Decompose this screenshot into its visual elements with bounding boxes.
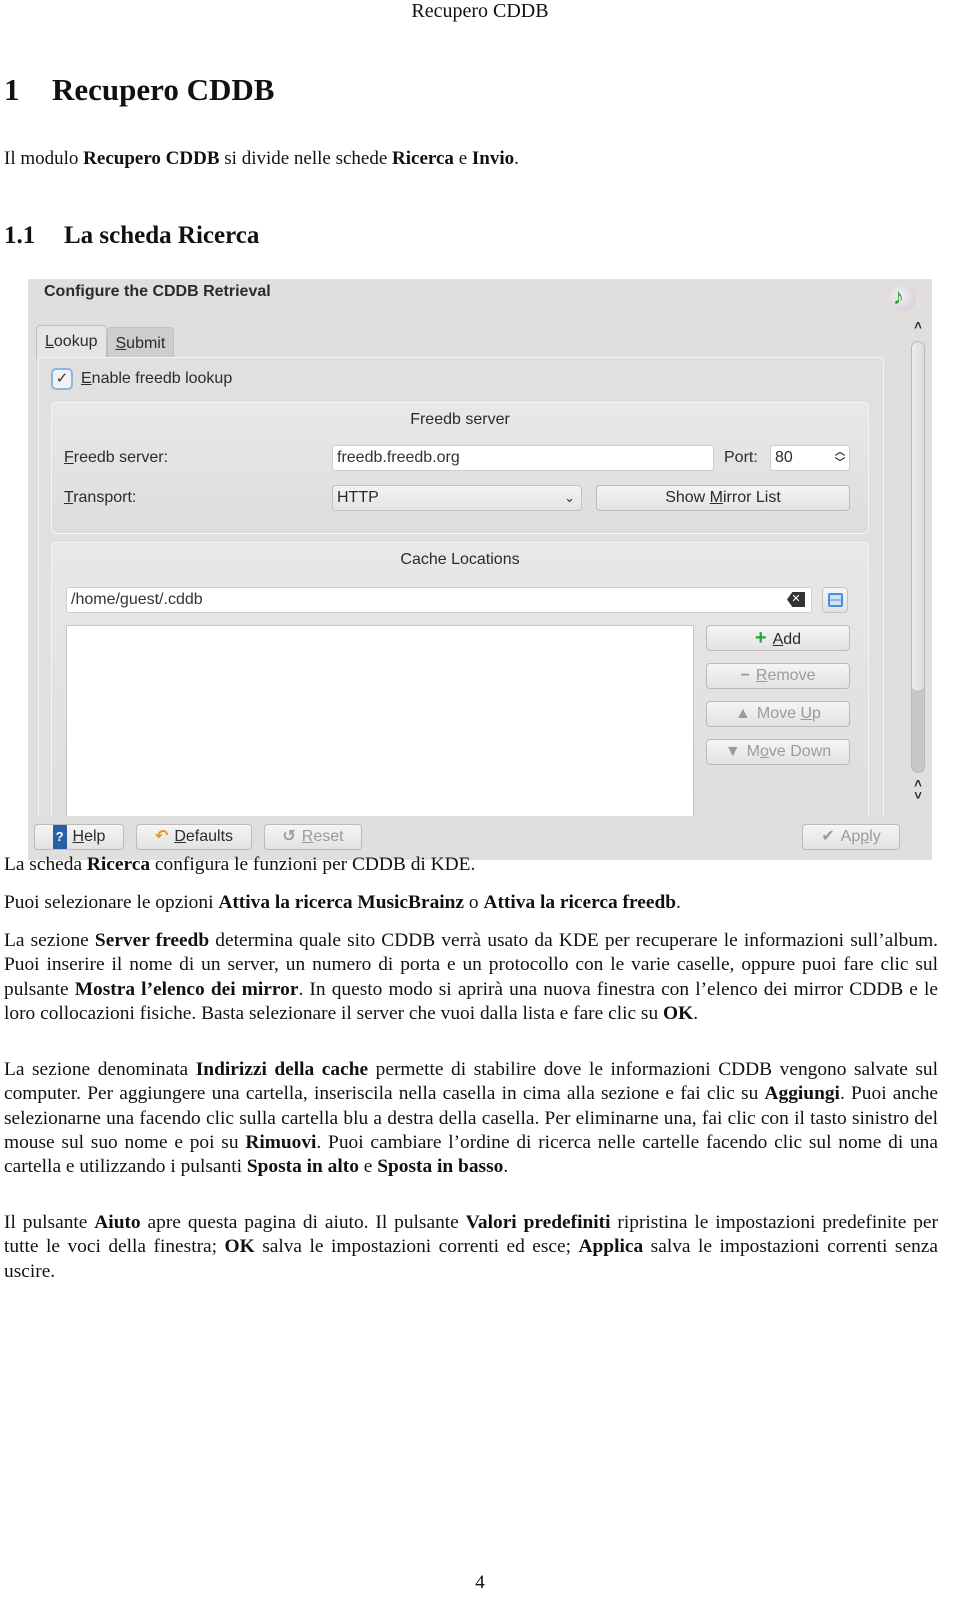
paragraph-options: Puoi selezionare le opzioni Attiva la ri…	[4, 892, 681, 913]
bold-term: Applica	[578, 1236, 644, 1258]
bold-term: Rimuovi	[245, 1131, 317, 1153]
section-number: 1	[4, 72, 20, 107]
bold-term: Ricerca	[86, 854, 151, 875]
scrollbar-track[interactable]	[911, 341, 925, 773]
plus-icon: +	[754, 627, 767, 649]
cache-path-input[interactable]: /home/guest/.cddb ✕	[66, 587, 812, 613]
folder-icon	[828, 593, 843, 607]
page-number: 4	[475, 1572, 485, 1593]
accel-key: S	[115, 335, 127, 352]
bold-term: Recupero CDDB	[83, 148, 220, 169]
chevron-down-icon: ⌄	[564, 490, 575, 505]
tab-label: ubmit	[126, 335, 166, 352]
tab-bar: Lookup Submit	[36, 325, 175, 359]
tab-lookup[interactable]: Lookup	[36, 325, 107, 359]
defaults-button[interactable]: ↶ Defaults	[136, 824, 252, 850]
bold-term: Attiva la ricerca MusicBrainz	[218, 892, 465, 913]
section-heading: 1 Recupero CDDB	[4, 72, 274, 108]
paragraph-cache-locations: La sezione denominata Indirizzi della ca…	[4, 1059, 938, 1178]
text: si divide nelle schede	[219, 148, 393, 169]
lookup-tab-panel: ✓ Enable freedb lookup Freedb server Fre…	[38, 357, 884, 835]
text: .	[514, 148, 519, 169]
freedb-server-group: Freedb server Freedb server: freedb.free…	[51, 402, 869, 534]
scroll-down-icon[interactable]: ˅	[908, 789, 928, 803]
help-button[interactable]: ? Help	[34, 824, 124, 850]
bold-term: Ricerca	[392, 148, 454, 169]
remove-button[interactable]: − Remove	[706, 663, 850, 689]
port-label: Port:	[724, 449, 758, 466]
music-note-cd-icon: ♪	[890, 284, 916, 311]
transport-label: Transport:	[64, 489, 137, 506]
show-mirror-list-button[interactable]: Show Mirror List	[596, 485, 850, 511]
apply-button[interactable]: ✔ Apply	[802, 824, 900, 850]
port-spinbox[interactable]: 80 ︿ ﹀	[770, 445, 850, 471]
bold-term: Indirizzi della cache	[195, 1059, 369, 1080]
triangle-up-icon: ▲	[735, 705, 751, 722]
dialog-title: Configure the CDDB Retrieval	[44, 283, 271, 300]
help-book-icon: ?	[52, 825, 67, 849]
bold-term: Sposta in alto	[246, 1156, 359, 1178]
bold-term: Sposta in basso	[377, 1156, 504, 1178]
bold-term: Server freedb	[94, 930, 210, 951]
section-title: Recupero CDDB	[52, 72, 275, 107]
group-title: Cache Locations	[400, 551, 520, 568]
scrollbar-thumb[interactable]	[912, 342, 924, 692]
defaults-icon: ↶	[154, 828, 169, 845]
bold-term: Attiva la ricerca freedb	[483, 892, 677, 913]
freedb-server-label: Freedb server:	[64, 449, 169, 466]
bold-term: Aggiungi	[764, 1083, 840, 1105]
intro-paragraph: Il modulo Recupero CDDB si divide nelle …	[4, 148, 519, 170]
cache-path-value: /home/guest/.cddb	[71, 591, 203, 608]
clear-text-icon[interactable]: ✕	[787, 592, 805, 607]
subsection-number: 1.1	[4, 222, 36, 249]
minus-icon: −	[740, 667, 750, 684]
bold-term: Aiuto	[94, 1212, 141, 1233]
text: e	[453, 148, 472, 169]
checkbox-label: Enable freedb lookup	[81, 370, 233, 387]
transport-value: HTTP	[337, 489, 379, 506]
reset-icon: ↺	[282, 828, 296, 845]
checkmark-icon[interactable]: ✓	[51, 368, 73, 390]
add-button[interactable]: + Add	[706, 625, 850, 651]
scroll-up-icon[interactable]: ˄	[908, 319, 928, 333]
browse-folder-button[interactable]	[822, 587, 848, 613]
move-down-button[interactable]: ▼ Move Down	[706, 739, 850, 765]
bold-term: Mostra l’elenco dei mirror	[74, 978, 299, 1000]
checkmark-icon: ✔	[821, 828, 835, 845]
spin-arrows-icon[interactable]: ︿ ﹀	[835, 447, 845, 469]
transport-combobox[interactable]: HTTP ⌄	[332, 485, 582, 511]
cddb-config-dialog: Configure the CDDB Retrieval ♪ Lookup Su…	[28, 279, 932, 860]
tab-label: ookup	[53, 333, 98, 350]
enable-freedb-lookup-checkbox[interactable]: ✓ Enable freedb lookup	[51, 368, 232, 390]
freedb-server-input[interactable]: freedb.freedb.org	[332, 445, 714, 471]
move-up-button[interactable]: ▲ Move Up	[706, 701, 850, 727]
paragraph-freedb-server: La sezione Server freedb determina quale…	[4, 930, 938, 1024]
tab-submit[interactable]: Submit	[106, 327, 175, 359]
bold-term: Invio	[471, 148, 515, 169]
cache-locations-list[interactable]	[66, 625, 694, 835]
paragraph-lookup-tab: La scheda Ricerca configura le funzioni …	[4, 854, 476, 875]
running-header: Recupero CDDB	[411, 0, 549, 22]
subsection-heading: 1.1 La scheda Ricerca	[4, 222, 259, 250]
reset-button[interactable]: ↺ Reset	[264, 824, 362, 850]
triangle-down-icon: ▼	[724, 743, 741, 760]
port-value: 80	[775, 449, 793, 466]
bold-term: OK	[224, 1236, 255, 1258]
subsection-title: La scheda Ricerca	[64, 222, 260, 249]
accel-key: L	[45, 333, 54, 350]
bold-term: Valori predefiniti	[465, 1212, 611, 1233]
vertical-scrollbar[interactable]: ˄ ˄ ˅	[908, 319, 928, 803]
paragraph-buttons: Il pulsante Aiuto apre questa pagina di …	[4, 1212, 938, 1282]
bold-term: OK	[663, 1002, 694, 1024]
cache-locations-group: Cache Locations /home/guest/.cddb ✕ + Add …	[51, 542, 869, 835]
text: Il modulo	[4, 148, 84, 169]
group-title: Freedb server	[410, 411, 510, 428]
